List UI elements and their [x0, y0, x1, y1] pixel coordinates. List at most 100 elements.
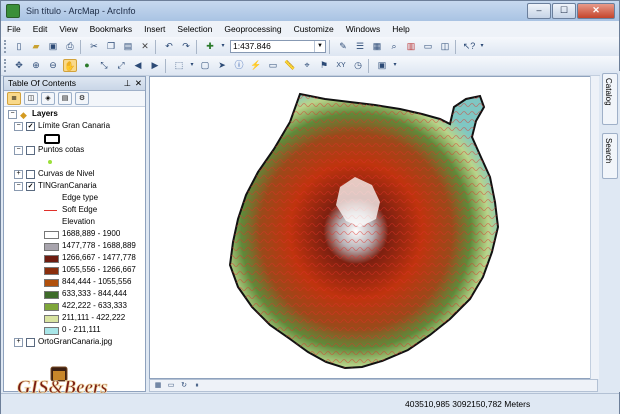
menu-file[interactable]: File	[1, 24, 27, 34]
map-scale-combo[interactable]: 1:437.846 ▼	[230, 40, 326, 53]
menu-geoprocessing[interactable]: Geoprocessing	[218, 24, 287, 34]
back-extent-icon[interactable]: ◀	[131, 59, 145, 72]
layer-visibility-checkbox[interactable]: ✓	[26, 182, 35, 191]
close-button[interactable]: ✕	[577, 3, 615, 19]
layer-visibility-checkbox[interactable]	[26, 146, 35, 155]
menu-help[interactable]: Help	[386, 24, 415, 34]
fixed-zoom-in-icon[interactable]: ⤡	[97, 59, 111, 72]
legend-row[interactable]: Soft Edge	[4, 204, 144, 216]
elevation-class-row[interactable]: 0 - 211,111	[4, 324, 144, 336]
chevron-down-icon[interactable]: ▾	[189, 59, 195, 72]
search-window-icon[interactable]: ⌕	[387, 40, 401, 53]
go-to-xy-icon[interactable]: XY	[334, 59, 348, 72]
fixed-zoom-out-icon[interactable]: ⤢	[114, 59, 128, 72]
data-view-icon[interactable]: ▦	[153, 381, 163, 390]
collapse-icon[interactable]: −	[14, 122, 23, 131]
full-extent-icon[interactable]: ●	[80, 59, 94, 72]
minimize-button[interactable]: –	[527, 3, 551, 19]
layer-row[interactable]: − Puntos cotas	[4, 144, 144, 156]
list-by-source-icon[interactable]: ◫	[24, 92, 38, 105]
layer-row[interactable]: − ✓ TINGranCanaria	[4, 180, 144, 192]
search-tab[interactable]: Search	[602, 133, 618, 179]
forward-extent-icon[interactable]: ▶	[148, 59, 162, 72]
pause-drawing-icon[interactable]: ⏸	[192, 381, 202, 390]
chevron-down-icon[interactable]: ▾	[220, 40, 226, 53]
catalog-tab[interactable]: Catalog	[602, 73, 618, 125]
menu-selection[interactable]: Selection	[171, 24, 218, 34]
whats-this-icon[interactable]: ↖?	[462, 40, 476, 53]
time-slider-icon[interactable]: ◷	[351, 59, 365, 72]
undo-icon[interactable]: ↶	[162, 40, 176, 53]
pin-icon[interactable]: ⊥	[124, 77, 131, 90]
collapse-icon[interactable]: −	[8, 110, 17, 119]
save-icon[interactable]: ▣	[46, 40, 60, 53]
arctoolbox-icon[interactable]: ▥	[404, 40, 418, 53]
cut-icon[interactable]: ✂	[87, 40, 101, 53]
menu-view[interactable]: View	[53, 24, 83, 34]
layer-visibility-checkbox[interactable]	[26, 338, 35, 347]
zoom-in-icon[interactable]: ⊕	[29, 59, 43, 72]
map-view[interactable]	[149, 76, 598, 379]
refresh-icon[interactable]: ↻	[179, 381, 189, 390]
zoom-out-icon[interactable]: ⊖	[46, 59, 60, 72]
modelbuilder-icon[interactable]: ◫	[438, 40, 452, 53]
find-route-icon[interactable]: ⚑	[317, 59, 331, 72]
close-icon[interactable]: ✕	[135, 77, 142, 90]
redo-icon[interactable]: ↷	[179, 40, 193, 53]
elevation-class-row[interactable]: 1688,889 - 1900	[4, 228, 144, 240]
elevation-class-row[interactable]: 1055,556 - 1266,667	[4, 264, 144, 276]
menu-windows[interactable]: Windows	[340, 24, 386, 34]
layer-visibility-checkbox[interactable]: ✓	[26, 122, 35, 131]
elevation-class-row[interactable]: 422,222 - 633,333	[4, 300, 144, 312]
clear-selection-icon[interactable]: ▢	[198, 59, 212, 72]
elevation-class-row[interactable]: 1477,778 - 1688,889	[4, 240, 144, 252]
hyperlink-icon[interactable]: ⚡	[249, 59, 263, 72]
collapse-icon[interactable]: −	[14, 182, 23, 191]
add-data-icon[interactable]: ✚	[203, 40, 217, 53]
elevation-class-row[interactable]: 633,333 - 844,444	[4, 288, 144, 300]
open-folder-icon[interactable]: ▰	[29, 40, 43, 53]
toolbar-grip[interactable]	[4, 59, 9, 72]
list-by-visibility-icon[interactable]: ◈	[41, 92, 55, 105]
chevron-down-icon[interactable]: ▾	[479, 40, 485, 53]
create-viewer-window-icon[interactable]: ▣	[375, 59, 389, 72]
editor-toolbar-icon[interactable]: ✎	[336, 40, 350, 53]
layer-symbol-row[interactable]	[4, 156, 144, 168]
layer-row[interactable]: + OrtoGranCanaria.jpg	[4, 336, 144, 348]
elevation-class-row[interactable]: 844,444 - 1055,556	[4, 276, 144, 288]
toolbar-grip[interactable]	[4, 40, 9, 53]
collapse-icon[interactable]: −	[14, 146, 23, 155]
html-popup-icon[interactable]: ▭	[266, 59, 280, 72]
table-of-contents-icon[interactable]: ☰	[353, 40, 367, 53]
menu-insert[interactable]: Insert	[138, 24, 171, 34]
catalog-window-icon[interactable]: ▦	[370, 40, 384, 53]
layer-visibility-checkbox[interactable]	[26, 170, 35, 179]
elevation-class-row[interactable]: 1266,667 - 1477,778	[4, 252, 144, 264]
paste-icon[interactable]: ▤	[121, 40, 135, 53]
python-window-icon[interactable]: ▭	[421, 40, 435, 53]
menu-edit[interactable]: Edit	[27, 24, 54, 34]
options-icon[interactable]: ⚙	[75, 92, 89, 105]
menu-customize[interactable]: Customize	[288, 24, 340, 34]
new-document-icon[interactable]: ▯	[12, 40, 26, 53]
maximize-button[interactable]: ☐	[552, 3, 576, 19]
layer-row[interactable]: + Curvas de Nivel	[4, 168, 144, 180]
map-vertical-scrollbar[interactable]	[590, 76, 599, 379]
delete-icon[interactable]: ✕	[138, 40, 152, 53]
list-by-drawing-order-icon[interactable]: ≣	[7, 92, 21, 105]
layer-row[interactable]: − ✓ Límite Gran Canaria	[4, 120, 144, 132]
pan-icon[interactable]: ✥	[12, 59, 26, 72]
layout-view-icon[interactable]: ▭	[166, 381, 176, 390]
select-elements-icon[interactable]: ➤	[215, 59, 229, 72]
expand-icon[interactable]: +	[14, 338, 23, 347]
measure-icon[interactable]: 📏	[283, 59, 297, 72]
find-icon[interactable]: ⌖	[300, 59, 314, 72]
layer-symbol-row[interactable]	[4, 132, 144, 144]
chevron-down-icon[interactable]: ▼	[314, 41, 325, 52]
hand-pan-icon[interactable]: ✋	[63, 59, 77, 72]
select-features-icon[interactable]: ⬚	[172, 59, 186, 72]
copy-icon[interactable]: ❐	[104, 40, 118, 53]
chevron-down-icon[interactable]: ▾	[392, 59, 398, 72]
identify-icon[interactable]: ⓘ	[232, 59, 246, 72]
list-by-selection-icon[interactable]: ▤	[58, 92, 72, 105]
